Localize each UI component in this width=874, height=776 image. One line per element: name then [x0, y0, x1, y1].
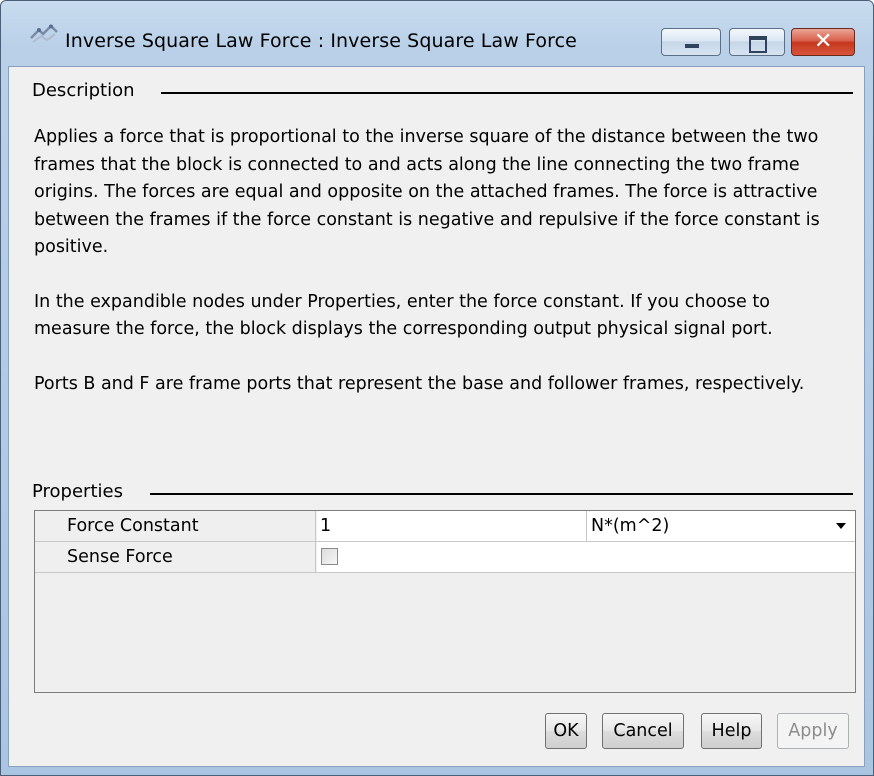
description-paragraph: In the expandible nodes under Properties… — [34, 291, 773, 340]
maximize-icon — [749, 36, 767, 53]
properties-table: Force Constant 1 N*(m^2) Sense Force — [34, 510, 856, 693]
description-text: Applies a force that is proportional to … — [34, 124, 849, 425]
minimize-icon — [685, 44, 699, 48]
help-button[interactable]: Help — [701, 713, 762, 749]
description-paragraph: Applies a force that is proportional to … — [34, 127, 820, 257]
description-heading: Description — [32, 80, 135, 101]
simscape-block-icon — [30, 24, 58, 43]
sense-force-cell — [317, 542, 855, 572]
force-constant-unit-value: N*(m^2) — [591, 516, 670, 536]
cancel-button[interactable]: Cancel — [602, 713, 684, 749]
sense-force-checkbox[interactable] — [321, 548, 338, 565]
apply-button[interactable]: Apply — [777, 713, 849, 749]
sense-force-label: Sense Force — [35, 542, 316, 572]
table-row-force-constant: Force Constant 1 N*(m^2) — [35, 511, 855, 542]
description-divider — [161, 92, 853, 94]
close-icon: ✕ — [814, 29, 833, 54]
properties-divider — [150, 493, 853, 495]
minimize-button[interactable] — [661, 28, 721, 56]
description-paragraph: Ports B and F are frame ports that repre… — [34, 373, 805, 394]
table-row-sense-force: Sense Force — [35, 542, 855, 573]
title-bar[interactable]: Inverse Square Law Force : Inverse Squar… — [1, 1, 873, 59]
maximize-button[interactable] — [729, 28, 785, 56]
dialog-body: Description Applies a force that is prop… — [8, 66, 865, 767]
force-constant-input[interactable]: 1 — [317, 511, 587, 541]
dialog-window: Inverse Square Law Force : Inverse Squar… — [0, 0, 874, 776]
force-constant-unit-select[interactable]: N*(m^2) — [587, 511, 855, 541]
properties-heading: Properties — [32, 481, 123, 502]
dropdown-arrow-icon[interactable] — [836, 523, 846, 529]
force-constant-label: Force Constant — [35, 511, 316, 541]
ok-button[interactable]: OK — [545, 713, 587, 749]
close-button[interactable]: ✕ — [791, 28, 855, 56]
window-title: Inverse Square Law Force : Inverse Squar… — [65, 30, 577, 52]
